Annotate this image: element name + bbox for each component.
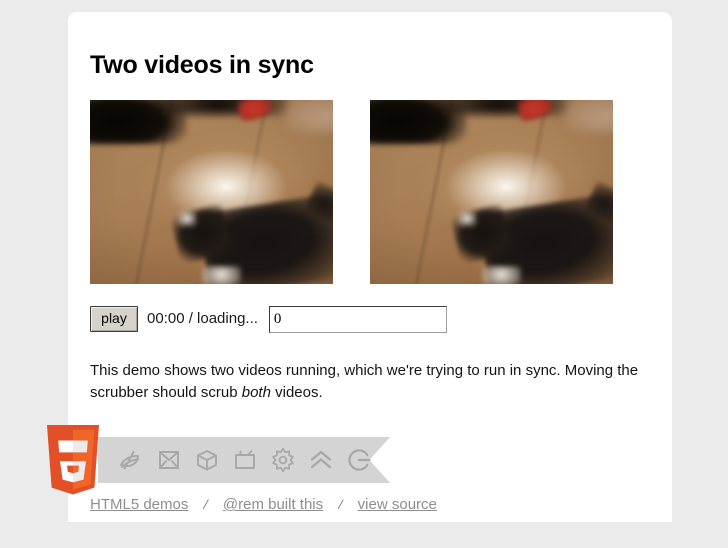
- multimedia-3d-icon: [194, 447, 220, 473]
- demo-description: This demo shows two videos running, whic…: [90, 360, 654, 404]
- page-title: Two videos in sync: [90, 51, 314, 79]
- video-frame-scene: [370, 100, 613, 284]
- video-right[interactable]: [370, 100, 613, 284]
- html5-logo: [42, 423, 104, 497]
- scrubber-input[interactable]: [268, 305, 447, 333]
- offline-storage-icon: [156, 447, 182, 473]
- scene-vignette: [370, 100, 613, 284]
- html5-badge: [42, 423, 422, 497]
- description-part-2: videos.: [270, 384, 323, 401]
- semantics-icon: [118, 447, 144, 473]
- description-part-1: This demo shows two videos running, whic…: [90, 362, 639, 401]
- page-root: Two videos in sync play 00:00 / loading.…: [0, 0, 728, 548]
- device-access-icon: [232, 447, 258, 473]
- description-emphasis: both: [241, 384, 271, 401]
- time-status-label: 00:00 / loading...: [147, 310, 258, 327]
- video-frame-scene: [90, 100, 333, 284]
- footer-links: HTML5 demos / @rem built this / view sou…: [90, 495, 437, 515]
- play-button[interactable]: play: [90, 306, 138, 332]
- link-rem-built-this[interactable]: @rem built this: [223, 496, 323, 513]
- link-view-source[interactable]: view source: [358, 496, 437, 513]
- performance-icon: [308, 447, 334, 473]
- connectivity-icon: [346, 447, 372, 473]
- link-html5-demos[interactable]: HTML5 demos: [90, 496, 188, 513]
- demo-card: Two videos in sync play 00:00 / loading.…: [47, 12, 672, 522]
- video-pair: [90, 100, 650, 286]
- technology-class-icons: [112, 437, 376, 483]
- css3-styling-icon: [270, 447, 296, 473]
- video-left[interactable]: [90, 100, 333, 284]
- footer-separator: /: [203, 497, 208, 513]
- footer-separator: /: [338, 497, 343, 513]
- player-controls: play 00:00 / loading...: [90, 304, 447, 334]
- scene-vignette: [90, 100, 333, 284]
